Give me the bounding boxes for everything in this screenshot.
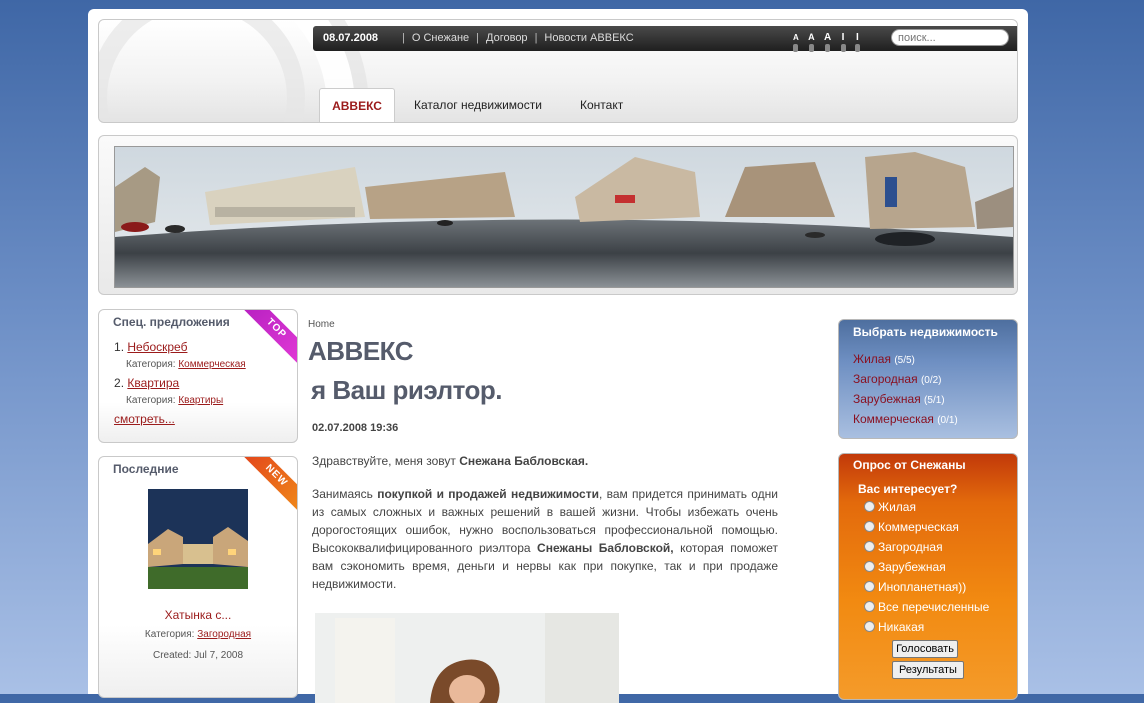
special-offers-box: Спец. предложения TOP 1. Небоскреб Катег… [98,309,298,443]
tab-avveks[interactable]: АВВЕКС [319,88,395,122]
list-item[interactable]: Коммерческая (0/1) [853,412,1017,426]
intro-paragraph: Занимаясь покупкой и продажей недвижимос… [312,487,778,591]
page: 08.07.2008 | О Снежане | Договор | Новости АВ… [88,9,1028,703]
see-more-link[interactable]: смотреть... [99,412,175,426]
poll-box: Опрос от Снежаны Вас интересует? Жилая К… [838,453,1018,700]
list-item[interactable]: Загородная (0/2) [853,372,1017,386]
poll-option[interactable]: Инопланетная)) [864,580,1017,595]
top-link-news[interactable]: Новости АВВЕКС [544,32,633,44]
latest-item-category: Категория: Загородная [144,629,252,640]
font-size-small-button[interactable]: A [793,33,799,52]
width-narrow-button[interactable]: I [840,33,846,52]
latest-box: Последние NEW Хатынка с... Категория: За… [98,456,298,698]
property-type-link: Зарубежная [853,392,921,406]
top-link-about[interactable]: О Снежане [412,32,469,44]
top-bar: 08.07.2008 | О Снежане | Договор | Новости АВ… [313,26,1017,52]
header: 08.07.2008 | О Снежане | Договор | Новости АВ… [98,19,1018,123]
special-offers-list: 1. Небоскреб Категория: Коммерческая 2. … [99,340,297,406]
poll-option[interactable]: Загородная [864,540,1017,555]
radio-button [864,561,875,572]
article-date: 02.07.2008 19:36 [312,422,399,434]
property-type-list: Жилая (5/5) Загородная (0/2) Зарубежная … [839,352,1017,426]
banner [98,135,1018,295]
width-wide-button[interactable]: I [854,33,860,52]
property-type-link: Загородная [853,372,918,386]
tab-contact[interactable]: Контакт [580,88,623,122]
latest-category-link[interactable]: Загородная [197,629,251,640]
latest-item-created: Created: Jul 7, 2008 [152,650,244,661]
radio-button [864,601,875,612]
vote-button[interactable]: Голосовать [892,640,958,658]
offer-category-link[interactable]: Квартиры [178,395,223,406]
header-swoosh-decoration-inner [99,20,305,122]
realtor-photo [315,613,619,703]
radio-button [864,541,875,552]
main-content: Home АВВЕКС я Ваш риэлтор. 02.07.2008 19… [308,319,778,703]
list-item: 2. Квартира Категория: Квартиры [114,376,297,406]
offer-link[interactable]: Небоскреб [127,340,187,354]
radio-button [864,621,875,632]
choose-property-title: Выбрать недвижимость [853,325,998,339]
radio-button [864,501,875,512]
font-size-medium-button[interactable]: A [808,32,815,52]
choose-property-box: Выбрать недвижимость Жилая (5/5) Загород… [838,319,1018,439]
list-item[interactable]: Жилая (5/5) [853,352,1017,366]
poll-option[interactable]: Зарубежная [864,560,1017,575]
property-type-link: Коммерческая [853,412,934,426]
top-links: | О Снежане | Договор | Новости АВВЕКС [402,32,634,44]
font-size-switcher: A A A I I [793,29,866,52]
offer-category: Категория: Коммерческая [126,359,246,370]
current-date: 08.07.2008 [323,32,379,44]
greeting-paragraph: Здравствуйте, меня зовут Снежана Бабловс… [312,454,589,468]
results-button[interactable]: Результаты [892,661,964,679]
search-input[interactable] [891,29,1009,46]
latest-item-image[interactable] [148,489,248,589]
panorama-image [114,146,1014,288]
radio-button [864,581,875,592]
poll-question: Вас интересует? [858,482,958,496]
poll-option[interactable]: Все перечисленные [864,600,1017,615]
offer-category-link[interactable]: Коммерческая [178,359,245,370]
tab-catalog[interactable]: Каталог недвижимости [414,88,542,122]
radio-button [864,521,875,532]
list-item[interactable]: Зарубежная (5/1) [853,392,1017,406]
poll-option[interactable]: Никакая [864,620,1017,635]
offer-link[interactable]: Квартира [127,376,179,390]
poll-option[interactable]: Коммерческая [864,520,1017,535]
offer-category: Категория: Квартиры [126,395,224,406]
poll-title: Опрос от Снежаны [853,458,966,472]
page-title: АВВЕКС [308,336,413,366]
latest-item-link[interactable]: Хатынка с... [99,608,297,622]
poll-option[interactable]: Жилая [864,500,1017,515]
list-item: 1. Небоскреб Категория: Коммерческая [114,340,297,370]
breadcrumb[interactable]: Home [308,319,778,330]
font-size-large-button[interactable]: A [824,33,831,52]
property-type-link: Жилая [853,352,891,366]
article-subtitle: я Ваш риэлтор. [311,375,503,405]
top-link-contract[interactable]: Договор [486,32,528,44]
